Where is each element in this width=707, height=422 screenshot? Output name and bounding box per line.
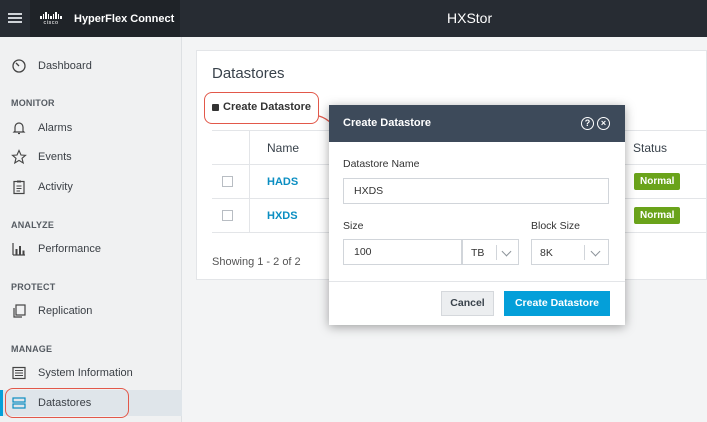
close-icon[interactable]: × bbox=[597, 117, 610, 130]
section-manage: MANAGE bbox=[11, 344, 53, 354]
chevron-down-icon bbox=[501, 246, 512, 257]
highlight-circle-create-link bbox=[204, 92, 319, 124]
sidebar-item-events[interactable]: Events bbox=[0, 144, 182, 170]
section-analyze: ANALYZE bbox=[11, 220, 55, 230]
star-icon bbox=[11, 149, 27, 165]
datastore-name-label: Datastore Name bbox=[343, 158, 420, 170]
dashboard-gauge-icon bbox=[12, 59, 26, 73]
datastore-name-input[interactable]: HXDS bbox=[343, 178, 609, 204]
cancel-button[interactable]: Cancel bbox=[441, 291, 494, 316]
create-datastore-button[interactable]: Create Datastore bbox=[504, 291, 610, 316]
create-datastore-dialog: Create Datastore ? × Datastore Name HXDS… bbox=[329, 105, 625, 325]
bar-chart-icon bbox=[12, 243, 25, 256]
size-label: Size bbox=[343, 220, 364, 232]
hamburger-menu-icon[interactable] bbox=[8, 11, 22, 25]
help-icon[interactable]: ? bbox=[581, 117, 594, 130]
sidebar-item-dashboard[interactable]: Dashboard bbox=[0, 53, 182, 79]
pagination-summary: Showing 1 - 2 of 2 bbox=[212, 256, 301, 268]
column-header-status[interactable]: Status bbox=[633, 141, 667, 155]
size-unit-select[interactable]: TB bbox=[462, 239, 519, 265]
clipboard-icon bbox=[13, 180, 25, 195]
list-icon bbox=[12, 366, 26, 380]
section-monitor: MONITOR bbox=[11, 98, 55, 108]
cluster-name: HXStor bbox=[447, 10, 493, 26]
column-header-name[interactable]: Name bbox=[267, 141, 299, 155]
sidebar: Dashboard MONITOR Alarms Events Activity… bbox=[0, 37, 182, 422]
highlight-circle-datastores bbox=[5, 388, 129, 418]
block-size-label: Block Size bbox=[531, 220, 581, 232]
app-name: HyperFlex Connect bbox=[74, 12, 175, 25]
brand-area: cisco HyperFlex Connect bbox=[30, 0, 180, 37]
cisco-logo: cisco bbox=[38, 11, 64, 26]
sidebar-item-activity[interactable]: Activity bbox=[0, 174, 182, 200]
dialog-title: Create Datastore bbox=[343, 117, 432, 129]
datastore-name-link[interactable]: HADS bbox=[267, 176, 298, 188]
row-checkbox[interactable] bbox=[222, 210, 233, 221]
status-badge: Normal bbox=[634, 173, 681, 190]
section-protect: PROTECT bbox=[11, 282, 56, 292]
page-title: Datastores bbox=[212, 65, 285, 82]
sidebar-item-replication[interactable]: Replication bbox=[0, 298, 182, 324]
top-bar: cisco HyperFlex Connect HXStor bbox=[0, 0, 707, 37]
chevron-down-icon bbox=[590, 246, 601, 257]
row-checkbox[interactable] bbox=[222, 176, 233, 187]
copy-icon bbox=[13, 304, 26, 318]
dialog-divider bbox=[329, 281, 625, 282]
bell-icon bbox=[12, 122, 26, 135]
dialog-header: Create Datastore ? × bbox=[329, 105, 625, 142]
block-size-select[interactable]: 8K bbox=[531, 239, 609, 265]
sidebar-item-alarms[interactable]: Alarms bbox=[0, 115, 182, 141]
datastore-name-link[interactable]: HXDS bbox=[267, 210, 298, 222]
size-input[interactable]: 100 bbox=[343, 239, 462, 265]
sidebar-item-system-information[interactable]: System Information bbox=[0, 360, 182, 386]
sidebar-item-performance[interactable]: Performance bbox=[0, 236, 182, 262]
status-badge: Normal bbox=[634, 207, 681, 224]
